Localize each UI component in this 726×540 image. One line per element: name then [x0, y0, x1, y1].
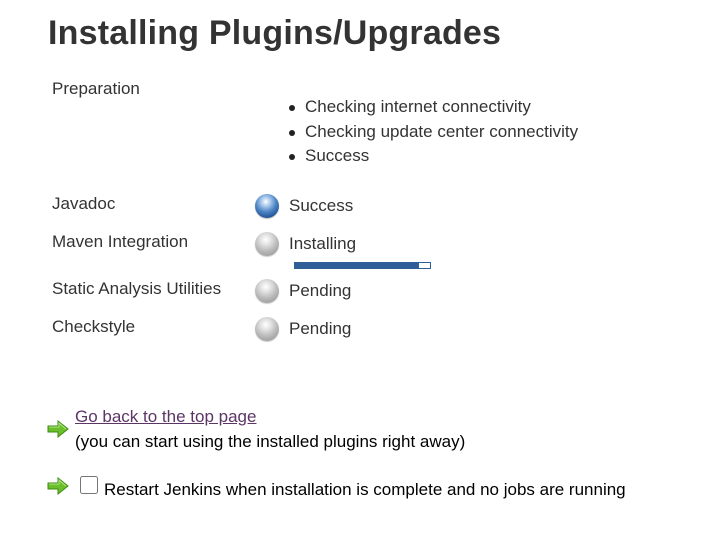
plugin-name-javadoc: Javadoc: [52, 194, 116, 213]
preparation-item: Checking update center connectivity: [289, 120, 578, 145]
grey-ball-icon: [255, 317, 279, 341]
plugin-name-maven-integration: Maven Integration: [52, 232, 189, 251]
page-title: Installing Plugins/Upgrades: [48, 14, 502, 52]
preparation-item: Success: [289, 144, 578, 169]
plugin-status-checkstyle: Pending: [289, 319, 352, 338]
restart-checkbox[interactable]: [80, 476, 98, 494]
blue-ball-icon: [255, 194, 279, 218]
preparation-label: Preparation: [52, 79, 140, 98]
plugin-status-javadoc: Success: [289, 196, 354, 215]
preparation-item: Checking internet connectivity: [289, 95, 578, 120]
green-arrow-icon: [47, 477, 69, 495]
preparation-list: Checking internet connectivity Checking …: [289, 95, 578, 169]
plugin-name-checkstyle: Checkstyle: [52, 317, 136, 336]
grey-ball-icon: [255, 232, 279, 256]
grey-ball-icon: [255, 279, 279, 303]
plugin-status-static-analysis-utilities: Pending: [289, 281, 352, 300]
restart-checkbox-label[interactable]: Restart Jenkins when installation is com…: [104, 480, 626, 500]
plugin-status-maven-integration: Installing: [289, 234, 357, 253]
plugin-name-static-analysis-utilities: Static Analysis Utilities: [52, 279, 222, 298]
install-progress-bar: [294, 262, 431, 269]
go-back-top-page-link[interactable]: Go back to the top page: [75, 407, 256, 427]
install-progress-fill: [295, 263, 420, 268]
green-arrow-icon: [47, 420, 69, 438]
back-link-note: (you can start using the installed plugi…: [75, 432, 466, 451]
